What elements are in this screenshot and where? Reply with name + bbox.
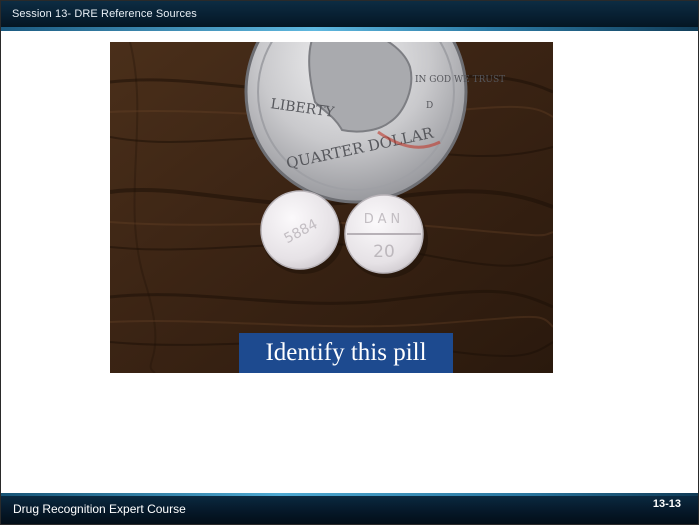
- pill-right-imprint-top: DAN: [364, 212, 404, 227]
- session-title: Session 13- DRE Reference Sources: [12, 8, 197, 20]
- coin-motto-text: IN GOD WE TRUST: [415, 75, 505, 85]
- course-title: Drug Recognition Expert Course: [13, 502, 186, 516]
- header-accent-line: [0, 27, 699, 31]
- footer-bar: Drug Recognition Expert Course 13-13: [0, 493, 699, 525]
- slide-number: 13-13: [652, 498, 681, 510]
- slide: Session 13- DRE Reference Sources LIBERT…: [0, 0, 699, 525]
- pill-right-imprint-bottom: 20: [373, 242, 395, 262]
- coin-mint-mark: D: [426, 101, 433, 111]
- footer-accent-line: [0, 493, 699, 496]
- pill-photo: LIBERTY IN GOD WE TRUST D QUARTER DOLLAR…: [110, 42, 553, 373]
- pill-photo-image: LIBERTY IN GOD WE TRUST D QUARTER DOLLAR…: [110, 42, 553, 373]
- caption-box: Identify this pill: [239, 333, 453, 373]
- caption-text: Identify this pill: [265, 339, 427, 366]
- header-bar: Session 13- DRE Reference Sources: [0, 0, 699, 31]
